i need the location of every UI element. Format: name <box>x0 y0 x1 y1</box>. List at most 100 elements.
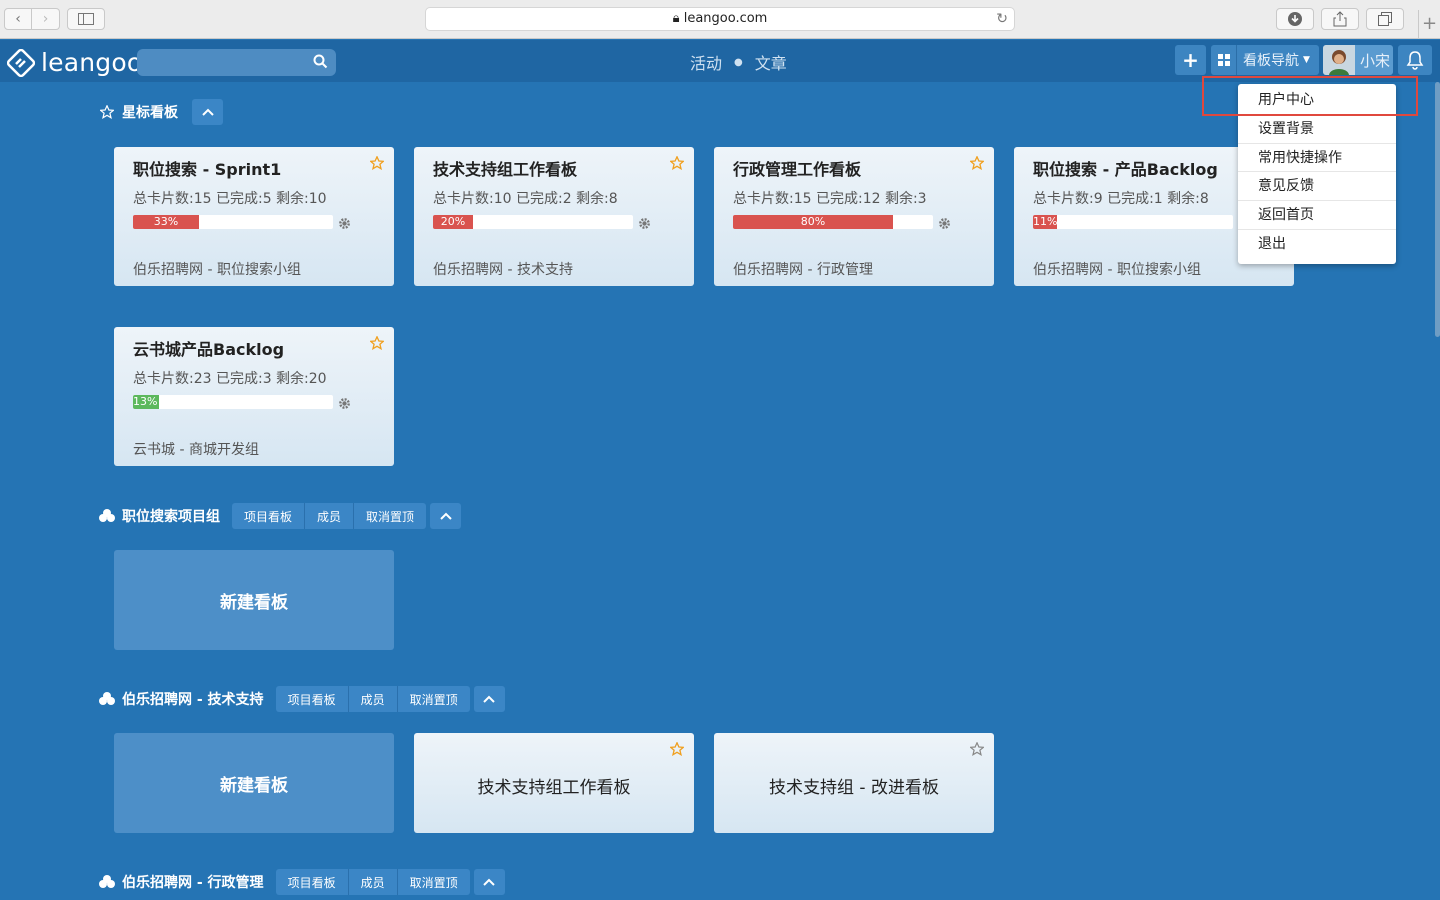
board-card[interactable]: 职位搜索 - Sprint1 总卡片数:15 已完成:5 剩余:10 33% 伯乐招聘… <box>114 147 394 286</box>
board-card[interactable]: 技术支持组 - 改进看板 <box>714 733 994 833</box>
new-board-button[interactable]: 新建看板 <box>114 733 394 833</box>
board-team: 伯乐招聘网 - 职位搜索小组 <box>1033 262 1201 278</box>
board-nav-button[interactable]: 看板导航 ▼ <box>1211 45 1319 75</box>
leangoo-logo[interactable]: leangoo <box>7 48 142 77</box>
group-title: 伯乐招聘网 - 行政管理 <box>122 875 264 891</box>
gear-icon[interactable] <box>638 215 651 234</box>
board-title: 技术支持组 - 改进看板 <box>769 778 939 798</box>
group-title: 职位搜索项目组 <box>122 509 220 525</box>
board-title: 行政管理工作看板 <box>733 160 862 179</box>
chevron-up-icon <box>201 108 214 116</box>
nav-link-articles[interactable]: 文章 <box>755 50 787 74</box>
collapse-button[interactable] <box>192 99 223 125</box>
star-outline-icon <box>98 104 116 120</box>
unpin-button[interactable]: 取消置顶 <box>354 503 427 529</box>
board-card[interactable]: 技术支持组工作看板 <box>414 733 694 833</box>
back-button[interactable]: ‹ <box>4 8 32 30</box>
group-title: 伯乐招聘网 - 技术支持 <box>122 692 264 708</box>
progress-bar: 13% <box>133 395 333 409</box>
board-title: 技术支持组工作看板 <box>433 160 578 179</box>
board-stats: 总卡片数:10 已完成:2 剩余:8 <box>433 191 618 207</box>
add-button[interactable]: + <box>1175 45 1206 75</box>
star-icon[interactable] <box>668 741 686 760</box>
board-card[interactable]: 行政管理工作看板 总卡片数:15 已完成:12 剩余:3 80% 伯乐招聘网 - 行政… <box>714 147 994 286</box>
tabs-icon[interactable] <box>1366 8 1404 30</box>
chevron-up-icon <box>483 878 495 886</box>
collapse-button[interactable] <box>473 869 505 895</box>
share-icon[interactable] <box>1321 8 1359 30</box>
progress-bar: 11% <box>1033 215 1233 229</box>
board-stats: 总卡片数:15 已完成:12 剩余:3 <box>733 191 927 207</box>
caret-down-icon: ▼ <box>1303 55 1310 65</box>
address-text: leangoo.com <box>683 11 768 26</box>
new-board-button[interactable]: 新建看板 <box>114 550 394 650</box>
starred-title: 星标看板 <box>122 105 178 121</box>
project-boards-button[interactable]: 项目看板 <box>232 503 306 529</box>
nav-separator: ● <box>734 56 743 68</box>
progress-fill: 20% <box>433 215 473 229</box>
menu-item-feedback[interactable]: 意见反馈 <box>1238 172 1396 202</box>
download-icon[interactable] <box>1276 8 1314 30</box>
progress-fill: 13% <box>133 395 159 409</box>
group-icon <box>98 691 116 707</box>
board-stats: 总卡片数:23 已完成:3 剩余:20 <box>133 371 327 387</box>
menu-item-logout[interactable]: 退出 <box>1238 230 1396 259</box>
project-boards-button[interactable]: 项目看板 <box>275 869 349 895</box>
members-button[interactable]: 成员 <box>348 686 398 712</box>
board-team: 伯乐招聘网 - 技术支持 <box>433 262 573 278</box>
board-stats: 总卡片数:9 已完成:1 剩余:8 <box>1033 191 1209 207</box>
progress-fill: 33% <box>133 215 199 229</box>
gear-icon[interactable] <box>938 215 951 234</box>
gear-icon[interactable] <box>338 395 351 414</box>
search-icon[interactable] <box>313 54 328 69</box>
avatar <box>1323 45 1355 75</box>
chevron-up-icon <box>483 695 495 703</box>
members-button[interactable]: 成员 <box>348 869 398 895</box>
board-title: 职位搜索 - Sprint1 <box>133 160 282 179</box>
address-bar[interactable]: 🔒︎ leangoo.com ↻ <box>425 7 1015 31</box>
star-icon[interactable] <box>368 335 386 354</box>
group-header: 伯乐招聘网 - 技术支持 项目看板 成员 取消置顶 <box>98 686 505 712</box>
star-icon[interactable] <box>969 741 985 760</box>
board-card[interactable]: 技术支持组工作看板总卡片数:10 已完成:2 剩余:8 20% 伯乐招聘网 - 技术… <box>414 147 694 286</box>
star-icon[interactable] <box>668 155 686 174</box>
lock-icon: 🔒︎ <box>672 11 680 26</box>
user-name: 小宋 <box>1360 51 1391 70</box>
project-boards-button[interactable]: 项目看板 <box>275 686 349 712</box>
group-icon <box>98 508 116 524</box>
menu-item-set-background[interactable]: 设置背景 <box>1238 115 1396 144</box>
new-tab-icon[interactable]: + <box>1418 10 1440 38</box>
collapse-button[interactable] <box>430 503 462 529</box>
sidebar-toggle-icon[interactable] <box>67 8 105 30</box>
unpin-button[interactable]: 取消置顶 <box>397 869 470 895</box>
board-team: 云书城 - 商城开发组 <box>133 442 259 458</box>
bell-icon[interactable] <box>1398 45 1432 75</box>
page-scrollbar[interactable] <box>1435 82 1440 337</box>
user-menu-button[interactable]: 小宋 <box>1323 45 1393 75</box>
gear-icon[interactable] <box>338 215 351 234</box>
members-button[interactable]: 成员 <box>305 503 355 529</box>
grid-icon <box>1211 45 1237 75</box>
menu-item-home[interactable]: 返回首页 <box>1238 201 1396 230</box>
collapse-button[interactable] <box>473 686 505 712</box>
board-title: 职位搜索 - 产品Backlog <box>1033 160 1218 179</box>
group-header: 职位搜索项目组 项目看板 成员 取消置顶 <box>98 503 462 529</box>
board-stats: 总卡片数:15 已完成:5 剩余:10 <box>133 191 327 207</box>
reload-icon[interactable]: ↻ <box>996 8 1008 30</box>
board-card[interactable]: 云书城产品Backlog 总卡片数:23 已完成:3 剩余:20 13% 云书城 - … <box>114 327 394 466</box>
forward-button[interactable]: › <box>32 8 60 30</box>
menu-item-shortcuts[interactable]: 常用快捷操作 <box>1238 144 1396 173</box>
progress-fill: 80% <box>733 215 893 229</box>
star-icon[interactable] <box>368 155 386 174</box>
board-team: 伯乐招聘网 - 职位搜索小组 <box>133 262 301 278</box>
star-icon[interactable] <box>968 155 986 174</box>
unpin-button[interactable]: 取消置顶 <box>397 686 470 712</box>
highlight-box <box>1202 76 1418 116</box>
chevron-up-icon <box>439 512 452 520</box>
nav-link-activity[interactable]: 活动 <box>690 50 722 74</box>
board-title: 技术支持组工作看板 <box>477 778 631 798</box>
search-input[interactable] <box>137 49 336 76</box>
board-title: 云书城产品Backlog <box>133 340 285 359</box>
progress-bar: 33% <box>133 215 333 229</box>
browser-toolbar: ‹ › 🔒︎ leangoo.com ↻ + <box>0 0 1440 39</box>
